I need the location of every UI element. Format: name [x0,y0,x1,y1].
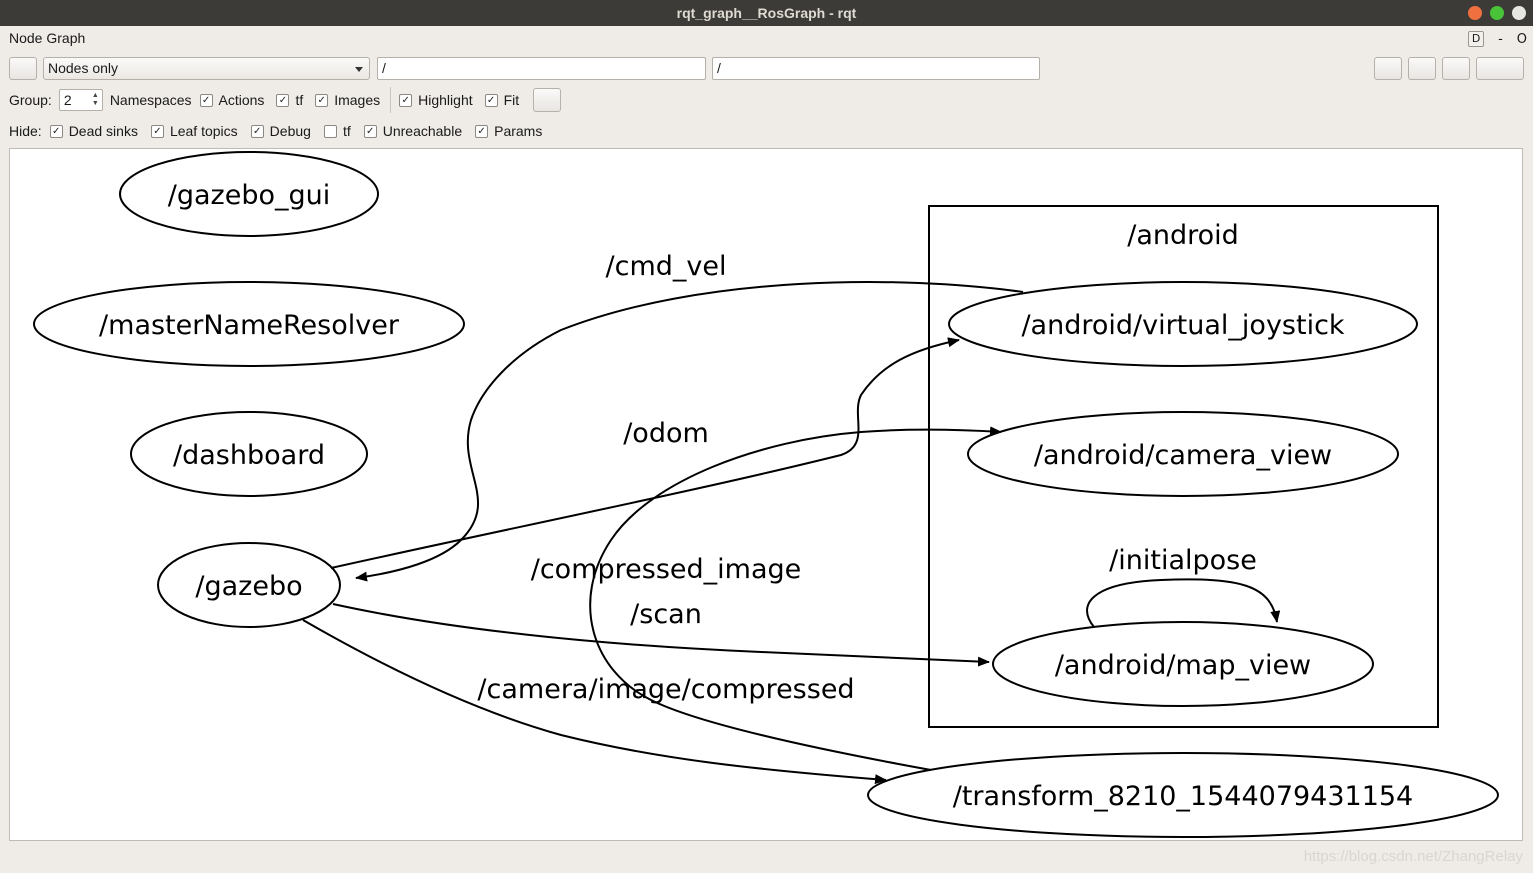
check-icon: ✓ [199,93,213,107]
params-label: Params [494,123,543,139]
edge-initialpose[interactable] [1086,578,1281,628]
graph-svg: /android /cmd_vel /odom /compressed_imag… [33,151,1499,838]
node-label-virtual-joystick: /android/virtual_joystick [1021,310,1344,341]
node-gazebo-gui[interactable]: /gazebo_gui [119,151,379,237]
options-row: Group: 2 ▲ ▼ Namespaces ✓ Actions ✓ tf ✓ Ima… [9,87,562,113]
node-label-transform: /transform_8210_1544079431154 [953,781,1414,812]
check-icon: ✓ [399,93,413,107]
window-title: rqt_graph__RosGraph - rqt [676,5,857,21]
load-dot-button[interactable] [1374,57,1402,80]
dock-minimize-button[interactable]: - [1498,32,1503,47]
hide-tf-checkbox[interactable]: tf [323,123,351,139]
topic-filter-input[interactable]: / [712,57,1040,80]
edge-label-compressed-image: /compressed_image [531,554,802,585]
tf-group-label: tf [295,92,304,108]
refresh-graph-button[interactable] [9,57,37,80]
graph-canvas[interactable]: /android /cmd_vel /odom /compressed_imag… [9,148,1523,841]
chevron-down-icon [355,67,363,72]
spin-arrows-icon[interactable]: ▲ ▼ [91,92,100,108]
check-icon: ✓ [484,93,498,107]
node-label-gazebo: /gazebo [195,571,302,602]
actions-label: Actions [218,92,265,108]
check-icon: ✓ [276,93,290,107]
dock-close-button[interactable]: O [1517,32,1527,47]
node-transform[interactable]: /transform_8210_1544079431154 [867,752,1499,838]
watermark-text: https://blog.csdn.net/ZhangRelay [1303,848,1523,865]
group-label: Group: [9,92,52,108]
dock-d-button[interactable]: D [1468,31,1485,47]
graph-mode-select[interactable]: Nodes only [43,57,370,80]
tf-group-checkbox[interactable]: ✓ tf [276,92,303,108]
edge-label-cmd-vel: /cmd_vel [606,251,727,282]
maximize-window-button[interactable] [1512,6,1526,20]
leaf-topics-checkbox[interactable]: ✓ Leaf topics [150,123,238,139]
toolbar-separator [390,87,392,113]
panel-title: Node Graph [9,30,86,46]
edge-label-scan: /scan [630,599,702,630]
fit-in-view-button[interactable] [533,88,562,112]
node-label-dashboard: /dashboard [173,440,325,471]
dead-sinks-label: Dead sinks [68,123,138,139]
edge-compressed-image[interactable] [330,337,960,569]
node-label-map-view: /android/map_view [1055,650,1311,681]
check-icon: ✓ [475,124,489,138]
highlight-checkbox[interactable]: ✓ Highlight [399,92,473,108]
check-icon: ✓ [315,93,329,107]
edge-label-odom: /odom [623,418,709,449]
window-titlebar: rqt_graph__RosGraph - rqt [0,0,1533,26]
node-map-view[interactable]: /android/map_view [992,621,1374,707]
check-icon: ✓ [363,124,377,138]
images-label: Images [334,92,381,108]
node-master-name-resolver[interactable]: /masterNameResolver [33,281,465,367]
group-spinbox[interactable]: 2 ▲ ▼ [58,89,103,111]
check-icon: ✓ [49,124,63,138]
hide-tf-label: tf [342,123,351,139]
save-dot-button[interactable] [1408,57,1436,80]
images-checkbox[interactable]: ✓ Images [315,92,380,108]
edge-label-camera-image-compressed: /camera/image/compressed [477,674,854,705]
namespaces-label: Namespaces [109,92,192,108]
dead-sinks-checkbox[interactable]: ✓ Dead sinks [49,123,138,139]
node-label-gazebo-gui: /gazebo_gui [168,180,330,211]
actions-checkbox[interactable]: ✓ Actions [199,92,265,108]
unreachable-checkbox[interactable]: ✓ Unreachable [363,123,463,139]
node-gazebo[interactable]: /gazebo [157,542,341,628]
node-dashboard[interactable]: /dashboard [130,411,368,497]
leaf-topics-label: Leaf topics [169,123,238,139]
namespace-filter-input[interactable]: / [377,57,706,80]
fit-label: Fit [503,92,520,108]
unchecked-box-icon [323,124,337,138]
unreachable-label: Unreachable [382,123,463,139]
node-virtual-joystick[interactable]: /android/virtual_joystick [948,281,1418,367]
android-cluster-label: /android [1127,220,1239,251]
edge-label-initialpose: /initialpose [1109,545,1257,576]
debug-checkbox[interactable]: ✓ Debug [250,123,311,139]
group-value: 2 [63,92,72,108]
hide-row: Hide: ✓ Dead sinks ✓ Leaf topics ✓ Debug tf… [9,122,550,140]
close-window-button[interactable] [1468,6,1482,20]
save-svg-button[interactable] [1442,57,1470,80]
node-label-camera-view: /android/camera_view [1034,440,1332,471]
check-icon: ✓ [150,124,164,138]
minimize-window-button[interactable] [1490,6,1504,20]
node-label-master-name-resolver: /masterNameResolver [99,310,400,341]
debug-label: Debug [269,123,311,139]
node-camera-view[interactable]: /android/camera_view [967,411,1399,497]
graph-mode-value: Nodes only [48,60,119,76]
save-image-button[interactable] [1476,57,1524,80]
hide-label: Hide: [9,123,42,139]
highlight-label: Highlight [418,92,473,108]
params-checkbox[interactable]: ✓ Params [475,123,542,139]
dock-controls: D - O [1468,31,1527,47]
check-icon: ✓ [250,124,264,138]
fit-checkbox[interactable]: ✓ Fit [484,92,520,108]
